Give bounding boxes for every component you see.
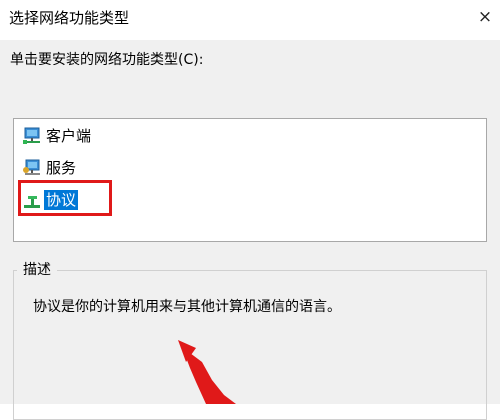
highlight-annotation	[18, 180, 112, 216]
description-group-title: 描述	[17, 261, 57, 279]
list-item-service[interactable]: 服务	[22, 157, 78, 179]
list-item-client[interactable]: 客户端	[22, 125, 93, 147]
close-icon: ×	[477, 7, 493, 27]
title-bar: 选择网络功能类型 ×	[0, 0, 500, 40]
list-item-label: 服务	[46, 159, 77, 177]
close-button[interactable]: ×	[470, 2, 500, 32]
description-text: 协议是你的计算机用来与其他计算机通信的语言。	[33, 299, 341, 315]
window-title: 选择网络功能类型	[9, 9, 130, 27]
network-service-icon	[22, 158, 42, 178]
description-group	[13, 270, 487, 420]
network-client-icon	[22, 126, 42, 146]
list-item-label: 客户端	[46, 127, 92, 145]
feature-type-prompt: 单击要安装的网络功能类型(C):	[10, 52, 204, 68]
